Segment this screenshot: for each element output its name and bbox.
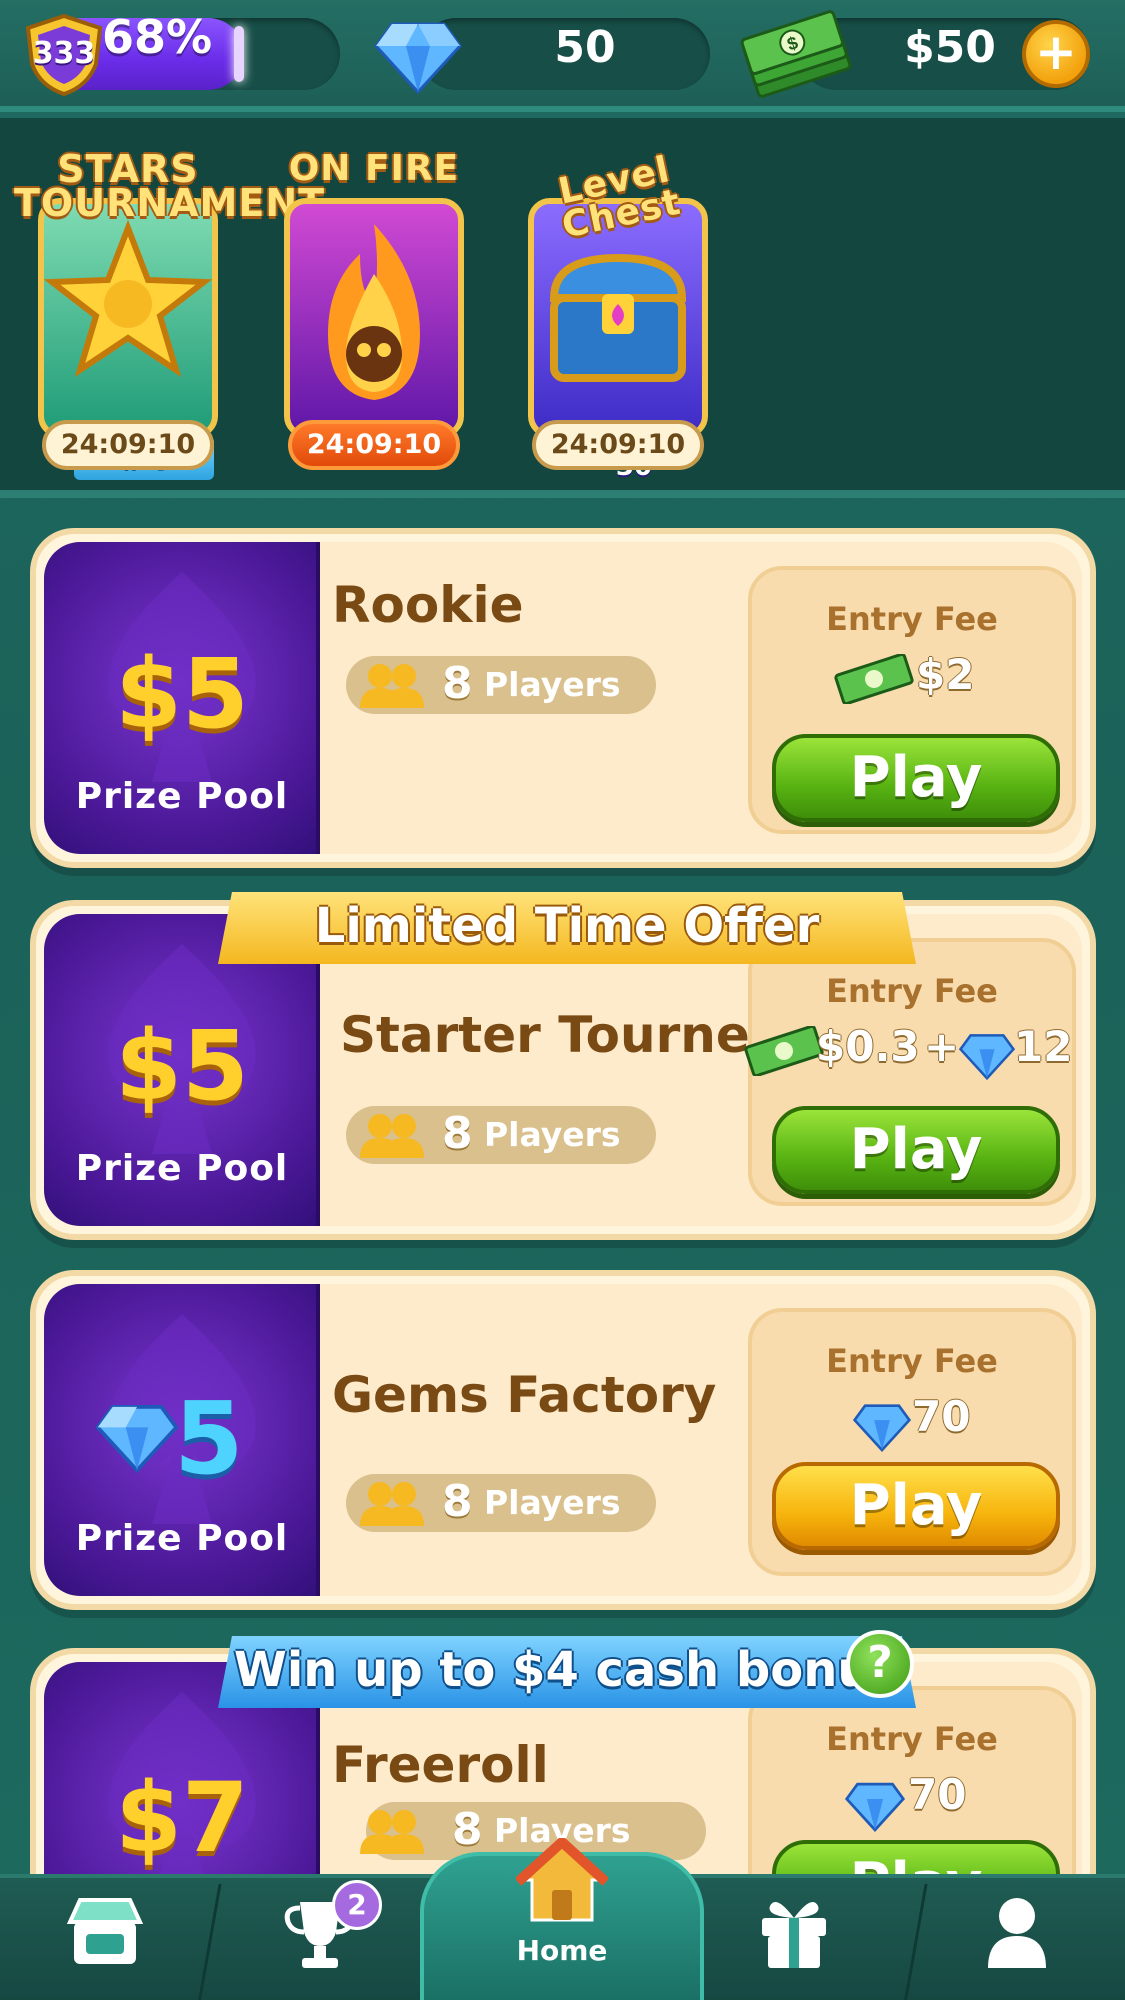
room-card-body: 5 Prize Pool Gems Factory 8 Players Entr…	[44, 1284, 1082, 1596]
players-number: 8	[452, 1804, 483, 1855]
diamond-icon	[958, 1034, 1016, 1081]
entry-fee-label: Entry Fee	[826, 1342, 998, 1380]
players-icon	[360, 1810, 424, 1854]
players-number: 8	[442, 1476, 473, 1527]
event-timer: 24:09:10	[532, 420, 704, 470]
cash-stack-icon: $	[740, 10, 852, 98]
players-count: 8 Players	[346, 656, 656, 714]
room-name: Gems Factory	[332, 1366, 717, 1424]
prize-label: Prize Pool	[75, 776, 289, 817]
players-count: 8 Players	[346, 1106, 656, 1164]
event-title: STARS TOURNAMENT	[14, 147, 326, 225]
room-card-rookie[interactable]: $5 Prize Pool Rookie 8 Players Entry Fee…	[30, 528, 1096, 868]
entry-fee-gems: 70	[912, 1392, 971, 1441]
entry-fee-gems: 70	[908, 1770, 967, 1819]
prize-panel: $5 Prize Pool	[44, 542, 320, 854]
event-card: #4	[38, 198, 218, 480]
players-icon	[360, 1114, 424, 1158]
event-title: ON FIRE	[288, 148, 460, 189]
help-button[interactable]: ?	[846, 1630, 914, 1698]
players-label: Players	[484, 1483, 621, 1522]
events-strip: #4 STARS TOURNAMENT 24:09:10 ON FIRE 24:…	[0, 118, 1125, 498]
room-name: Rookie	[332, 576, 524, 634]
xp-percent: 68%	[102, 10, 213, 64]
profile-icon[interactable]	[986, 1894, 1048, 1970]
prize-label: Prize Pool	[75, 1148, 289, 1189]
players-number: 8	[442, 1108, 473, 1159]
room-name: Starter Tourney	[340, 1006, 783, 1064]
nav-divider	[903, 1884, 928, 2000]
diamond-icon	[844, 1782, 906, 1832]
event-timer: 24:09:10	[288, 420, 460, 470]
chest-icon	[549, 253, 687, 382]
room-card-body: $5 Prize Pool Rookie 8 Players Entry Fee…	[44, 542, 1082, 854]
cash-icon	[834, 654, 914, 704]
prize-amount: $5	[115, 1010, 249, 1122]
level-badge[interactable]: 333	[22, 12, 106, 98]
nav-home-label: Home	[516, 1934, 608, 1967]
prize-amount: $5	[115, 638, 249, 750]
players-icon	[360, 664, 424, 708]
event-on-fire[interactable]: ON FIRE 24:09:10	[274, 151, 474, 470]
gem-prize: 5	[94, 1380, 284, 1497]
nav-divider	[197, 1884, 222, 2000]
event-timer: 24:09:10	[42, 420, 214, 470]
play-button[interactable]: Play	[772, 1462, 1060, 1550]
play-button[interactable]: Play	[772, 734, 1060, 822]
players-label: Players	[484, 665, 621, 704]
cash-amount: $50	[904, 22, 996, 73]
gift-icon[interactable]	[756, 1892, 832, 1972]
trophy-badge: 2	[332, 1880, 382, 1930]
flame-skull-icon	[328, 224, 420, 400]
entry-fee-value: $2	[916, 650, 975, 699]
prize-amount: $7	[115, 1762, 249, 1874]
prize-amount: 5	[174, 1380, 244, 1497]
diamond-icon	[95, 1404, 179, 1474]
gem-count: 50	[554, 22, 616, 73]
play-button[interactable]: Play	[772, 1106, 1060, 1194]
entry-fee-plus: +	[924, 1022, 960, 1071]
players-count: 8 Players	[346, 1474, 656, 1532]
entry-fee-cash: $0.3	[816, 1022, 920, 1071]
players-number: 8	[442, 658, 473, 709]
entry-fee-panel: Entry Fee $0.3 + 12 Play	[744, 938, 1076, 1206]
level-number: 333	[32, 36, 96, 71]
diamond-icon	[852, 1404, 912, 1453]
room-name: Freeroll	[332, 1736, 549, 1794]
top-bar: 68% 333 50 $ $50 +	[0, 0, 1125, 112]
shop-icon[interactable]	[60, 1892, 150, 1974]
room-card-gems-factory[interactable]: 5 Prize Pool Gems Factory 8 Players Entr…	[30, 1270, 1096, 1610]
prize-panel: 5 Prize Pool	[44, 1284, 320, 1596]
cash-icon	[744, 1026, 824, 1076]
add-cash-button[interactable]: +	[1022, 20, 1090, 88]
players-label: Players	[484, 1115, 621, 1154]
limited-offer-banner: Limited Time Offer	[218, 892, 916, 964]
entry-fee-panel: Entry Fee $2 Play	[748, 566, 1076, 834]
entry-fee-label: Entry Fee	[826, 600, 998, 638]
entry-fee-panel: Entry Fee 70 Play	[748, 1308, 1076, 1576]
event-level-chest[interactable]: Reach lvl. 30 Level Chest 24:09:10	[518, 149, 718, 482]
prize-label: Prize Pool	[75, 1518, 289, 1559]
entry-fee-label: Entry Fee	[826, 1720, 998, 1758]
event-card	[284, 198, 464, 438]
entry-fee-gems: 12	[1014, 1022, 1073, 1071]
players-icon	[360, 1482, 424, 1526]
home-icon[interactable]	[516, 1838, 608, 1926]
star-icon	[44, 220, 212, 378]
cash-bonus-banner: Win up to $4 cash bonus	[218, 1636, 916, 1708]
event-stars-tournament[interactable]: #4 STARS TOURNAMENT 24:09:10	[14, 150, 324, 480]
entry-fee-label: Entry Fee	[826, 972, 998, 1010]
